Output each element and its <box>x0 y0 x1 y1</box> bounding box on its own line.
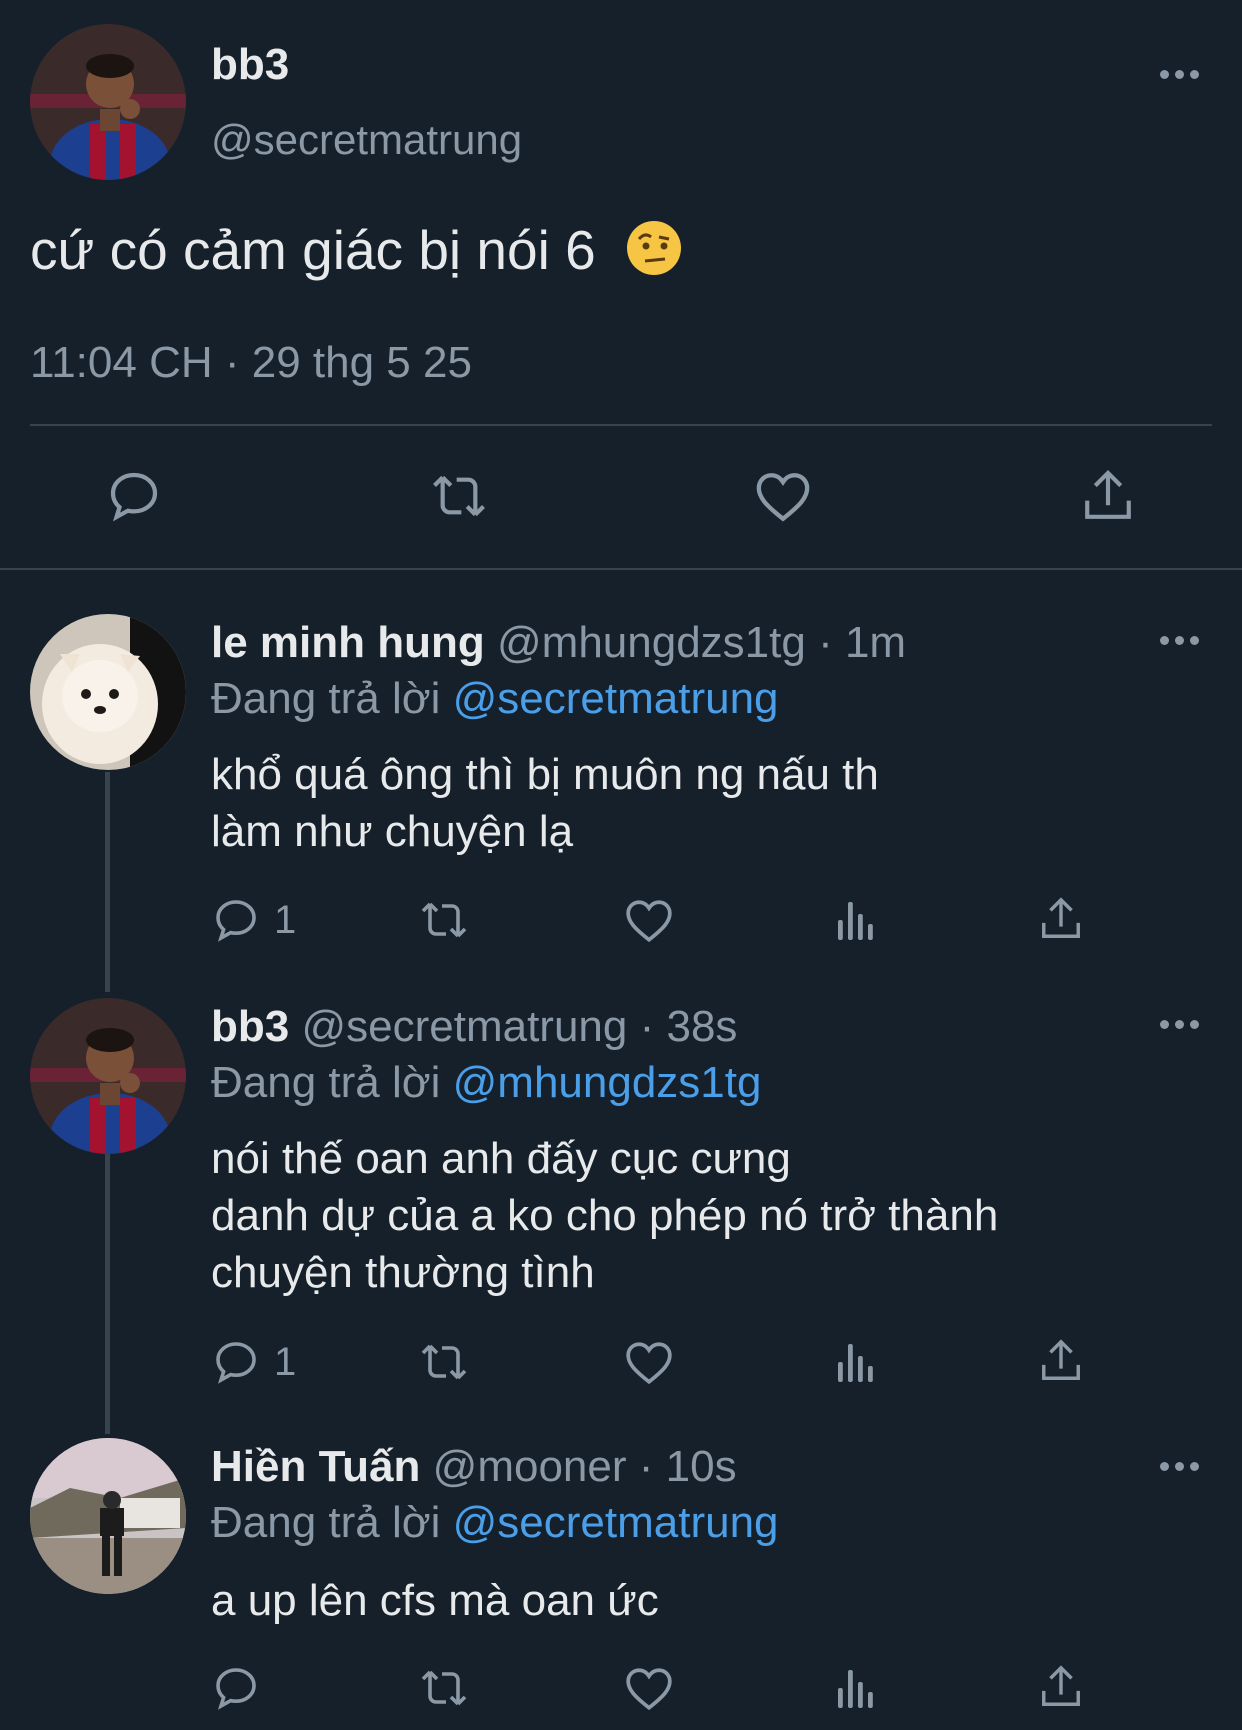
replying-to-label: Đang trả lời <box>211 674 441 723</box>
like-icon[interactable] <box>624 898 674 944</box>
reply-header: Hiền Tuấn @mooner · 10s <box>211 1442 737 1492</box>
avatar-hien-tuan[interactable] <box>30 1438 186 1594</box>
reply-author-name[interactable]: bb3 <box>211 1002 289 1051</box>
views-icon[interactable] <box>834 1664 878 1712</box>
section-divider <box>0 568 1242 570</box>
replying-to-link[interactable]: @secretmatrung <box>453 1498 779 1547</box>
face-with-raised-eyebrow-icon <box>625 219 683 290</box>
divider <box>30 424 1212 426</box>
reply-text: nói thế oan anh đấy cục cưng danh dự của… <box>211 1130 998 1301</box>
reply-header: le minh hung @mhungdzs1tg · 1m <box>211 618 906 668</box>
replying-to-label: Đang trả lời <box>211 1058 441 1107</box>
reply-text-line: làm như chuyện lạ <box>211 807 574 856</box>
reply-text: a up lên cfs mà oan ức <box>211 1572 659 1629</box>
reply-text: khổ quá ông thì bị muôn ng nấu th làm nh… <box>211 746 879 860</box>
avatar-bb3[interactable] <box>30 24 186 180</box>
retweet-icon[interactable] <box>416 896 472 944</box>
like-icon[interactable] <box>754 470 812 524</box>
main-tweet-text: cứ có cảm giác bị nói 6 <box>30 218 683 290</box>
reply-count: 1 <box>274 1340 297 1384</box>
reply-icon[interactable] <box>212 1338 260 1386</box>
retweet-icon[interactable] <box>416 1664 472 1712</box>
like-icon[interactable] <box>624 1666 674 1712</box>
thread-line <box>105 1154 110 1434</box>
reply-author-handle[interactable]: @mhungdzs1tg <box>497 618 806 667</box>
reply-header: bb3 @secretmatrung · 38s <box>211 1002 737 1052</box>
views-icon[interactable] <box>834 1338 878 1386</box>
reply-text-line: a up lên cfs mà oan ức <box>211 1576 659 1625</box>
views-icon[interactable] <box>834 896 878 944</box>
reply-text-line: nói thế oan anh đấy cục cưng <box>211 1134 791 1183</box>
thread-line <box>105 772 110 992</box>
reply-text-line: danh dự của a ko cho phép nó trở thành <box>211 1191 999 1240</box>
reply-author-name[interactable]: le minh hung <box>211 618 485 667</box>
reply-time[interactable]: · 10s <box>639 1442 737 1491</box>
retweet-icon[interactable] <box>427 468 491 524</box>
reply-icon[interactable] <box>212 1664 260 1712</box>
reply-text-line: khổ quá ông thì bị muôn ng nấu th <box>211 750 879 799</box>
reply-icon[interactable] <box>212 896 260 944</box>
share-icon[interactable] <box>1038 1336 1084 1386</box>
avatar-le-minh-hung[interactable] <box>30 614 186 770</box>
reply-author-handle[interactable]: @mooner <box>433 1442 627 1491</box>
reply-count: 1 <box>274 898 297 942</box>
main-tweet-timestamp[interactable]: 11:04 CH · 29 thg 5 25 <box>30 338 472 388</box>
replying-to-link[interactable]: @secretmatrung <box>453 674 779 723</box>
reply-icon[interactable] <box>106 468 162 524</box>
share-icon[interactable] <box>1038 1662 1084 1712</box>
more-options-icon[interactable] <box>1160 1462 1200 1474</box>
replying-to: Đang trả lời @secretmatrung <box>211 674 779 724</box>
avatar-bb3[interactable] <box>30 998 186 1154</box>
replying-to-link[interactable]: @mhungdzs1tg <box>453 1058 762 1107</box>
share-icon[interactable] <box>1080 466 1136 526</box>
like-icon[interactable] <box>624 1340 674 1386</box>
more-options-icon[interactable] <box>1160 636 1200 648</box>
reply-author-name[interactable]: Hiền Tuấn <box>211 1442 420 1491</box>
reply-text-line: chuyện thường tình <box>211 1248 595 1297</box>
main-author-handle[interactable]: @secretmatrung <box>211 116 522 164</box>
reply-author-handle[interactable]: @secretmatrung <box>301 1002 627 1051</box>
replying-to: Đang trả lời @secretmatrung <box>211 1498 779 1548</box>
share-icon[interactable] <box>1038 894 1084 944</box>
more-options-icon[interactable] <box>1160 70 1200 82</box>
replying-to: Đang trả lời @mhungdzs1tg <box>211 1058 761 1108</box>
more-options-icon[interactable] <box>1160 1020 1200 1032</box>
main-author-name[interactable]: bb3 <box>211 40 289 90</box>
reply-time[interactable]: · 1m <box>818 618 906 667</box>
main-tweet-body: cứ có cảm giác bị nói 6 <box>30 219 596 281</box>
reply-time[interactable]: · 38s <box>640 1002 738 1051</box>
replying-to-label: Đang trả lời <box>211 1498 441 1547</box>
retweet-icon[interactable] <box>416 1338 472 1386</box>
